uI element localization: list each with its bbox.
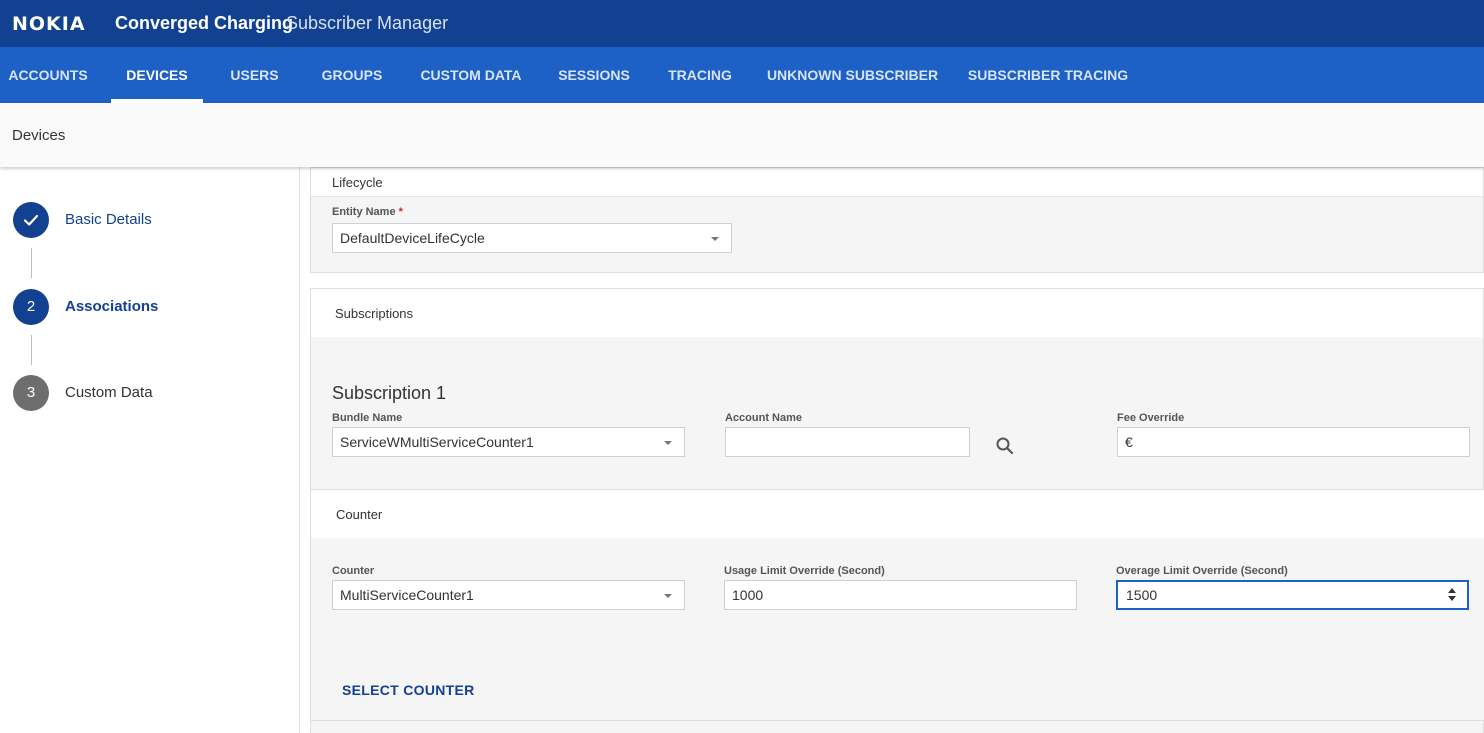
app-name: Subscriber Manager [286, 13, 449, 33]
app-header: NOKIA Converged Charging Subscriber Mana… [0, 0, 1484, 47]
bundle-name-select[interactable]: ServiceWMultiServiceCounter1 [332, 427, 685, 457]
overage-limit-input[interactable]: 1500 [1116, 580, 1469, 610]
tab-custom-data[interactable]: CUSTOM DATA [411, 47, 531, 103]
tab-devices[interactable]: DEVICES [111, 47, 203, 103]
tab-tracing[interactable]: TRACING [659, 47, 741, 103]
counter-value: MultiServiceCounter1 [340, 587, 474, 603]
bundle-name-value: ServiceWMultiServiceCounter1 [340, 434, 534, 450]
entity-name-label: Entity Name * [332, 206, 403, 218]
step-basic-details-circle[interactable] [13, 202, 49, 238]
entity-name-value: DefaultDeviceLifeCycle [340, 230, 485, 246]
entity-name-select[interactable]: DefaultDeviceLifeCycle [332, 223, 732, 253]
main-content: Lifecycle Entity Name * DefaultDeviceLif… [300, 167, 1484, 733]
counter-select[interactable]: MultiServiceCounter1 [332, 580, 685, 610]
step-basic-details-label[interactable]: Basic Details [65, 211, 152, 228]
tab-groups[interactable]: GROUPS [312, 47, 392, 103]
required-mark: * [398, 206, 403, 218]
step-associations-circle[interactable]: 2 [13, 289, 49, 325]
check-icon [23, 214, 39, 226]
nokia-logo: NOKIA [12, 13, 86, 35]
usage-limit-label: Usage Limit Override (Second) [724, 565, 885, 577]
step-connector [31, 335, 32, 365]
select-counter-button[interactable]: SELECT COUNTER [342, 682, 475, 698]
number-stepper[interactable] [1447, 588, 1457, 602]
account-name-input[interactable] [725, 427, 970, 457]
overage-limit-value: 1500 [1126, 587, 1158, 603]
breadcrumb: Devices [0, 103, 1484, 167]
account-name-label: Account Name [725, 412, 803, 424]
step-connector [31, 248, 32, 278]
fee-override-input[interactable]: € [1117, 427, 1470, 457]
counter-card: Counter Counter MultiServiceCounter1 Usa… [311, 489, 1484, 721]
tab-subscriber-tracing[interactable]: SUBSCRIBER TRACING [962, 47, 1134, 103]
tab-accounts[interactable]: ACCOUNTS [0, 47, 96, 103]
subscriptions-title: Subscriptions [311, 289, 1483, 337]
usage-limit-input[interactable]: 1000 [724, 580, 1077, 610]
search-icon[interactable] [995, 436, 1015, 456]
main-nav: ACCOUNTS DEVICES USERS GROUPS CUSTOM DAT… [0, 47, 1484, 103]
tab-sessions[interactable]: SESSIONS [550, 47, 638, 103]
bundle-name-label: Bundle Name [332, 412, 403, 424]
tab-unknown-subscriber[interactable]: UNKNOWN SUBSCRIBER [761, 47, 944, 103]
stepper-sidebar: Basic Details 2 Associations 3 Custom Da… [0, 167, 300, 733]
tab-users[interactable]: USERS [221, 47, 288, 103]
counter-title: Counter [311, 490, 1484, 538]
step-custom-data-circle[interactable]: 3 [13, 375, 49, 411]
counter-label: Counter [332, 565, 375, 577]
fee-override-label: Fee Override [1117, 412, 1185, 424]
subscriptions-card: Subscriptions Subscription 1 Bundle Name… [310, 288, 1484, 733]
chevron-down-icon [664, 594, 672, 598]
chevron-down-icon [711, 237, 719, 241]
lifecycle-card: Lifecycle Entity Name * DefaultDeviceLif… [310, 167, 1484, 273]
step-custom-data-label[interactable]: Custom Data [65, 384, 153, 401]
overage-limit-label: Overage Limit Override (Second) [1116, 565, 1288, 577]
page-title: Devices [12, 127, 66, 144]
lifecycle-title: Lifecycle [311, 168, 1483, 197]
product-name: Converged Charging [115, 13, 294, 33]
step-associations-label[interactable]: Associations [65, 298, 158, 315]
subscription-title: Subscription 1 [332, 383, 447, 403]
chevron-down-icon [664, 441, 672, 445]
